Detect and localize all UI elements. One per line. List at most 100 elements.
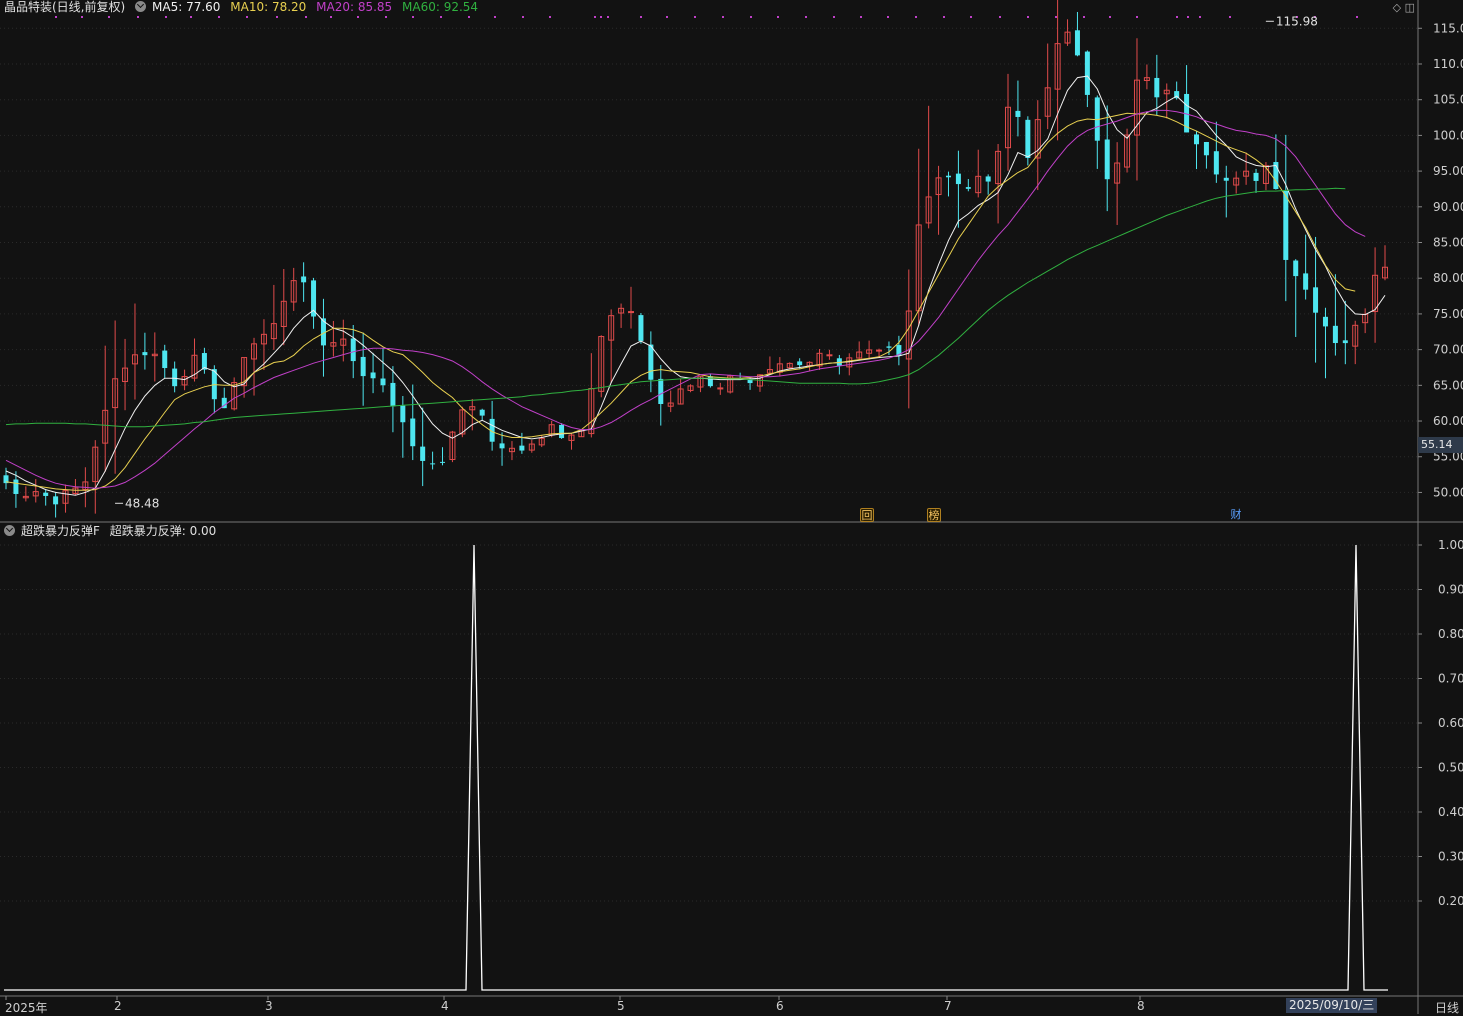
candle-down	[1322, 316, 1328, 327]
signal-dot	[777, 16, 779, 18]
signal-dot	[750, 16, 752, 18]
y-tick-label: 0.20	[1438, 894, 1463, 908]
x-label-apr: 4	[441, 999, 449, 1013]
y-tick-label: 90.00	[1433, 200, 1463, 214]
y-tick-label: 1.00	[1438, 538, 1463, 552]
candle-down	[638, 315, 644, 341]
candle-down	[559, 424, 565, 439]
signal-dot	[970, 16, 972, 18]
signal-dot	[860, 16, 862, 18]
signal-dot	[440, 16, 442, 18]
y-tick-label: 75.00	[1433, 307, 1463, 321]
candle-up	[628, 311, 635, 314]
event-marker-cai[interactable]: 财	[1229, 508, 1243, 522]
candle-down	[1025, 119, 1031, 158]
stock-title: 晶品特装(日线,前复权)	[4, 0, 126, 14]
y-tick-label: 0.80	[1438, 627, 1463, 641]
candle-down	[797, 361, 803, 366]
candle-down	[658, 378, 664, 405]
ma60-label: MA60: 92.54	[402, 0, 479, 14]
signal-dot	[1109, 16, 1111, 18]
ma10-label: MA10: 78.20	[230, 0, 307, 14]
candle-down	[53, 496, 59, 505]
diamond-icon[interactable]: ◇	[1393, 1, 1401, 14]
candle-down	[499, 443, 505, 449]
signal-dot	[833, 16, 835, 18]
event-marker-hui[interactable]: 回	[860, 508, 874, 522]
indicator-dropdown-icon[interactable]	[4, 525, 15, 536]
signal-dot	[246, 16, 248, 18]
x-label-mar: 3	[265, 999, 273, 1013]
candle-down	[985, 176, 991, 182]
y-tick-label: 50.00	[1433, 485, 1463, 499]
x-label-jul: 7	[944, 999, 952, 1013]
header-tools: ◇ ◫	[1393, 1, 1415, 14]
candle-down	[1104, 139, 1110, 180]
candle-down	[1154, 77, 1160, 98]
candle-down	[420, 446, 426, 461]
y-tick-label: 60.00	[1433, 414, 1463, 428]
chart-header: 晶品特装(日线,前复权) MA5: 77.60 MA10: 78.20 MA20…	[4, 0, 484, 14]
y-tick-label: 0.90	[1438, 583, 1463, 597]
signal-dot	[887, 16, 889, 18]
candle-down	[479, 409, 485, 416]
signal-dot	[522, 16, 524, 18]
signal-dot	[694, 16, 696, 18]
candle-down	[1332, 325, 1338, 344]
signal-dot	[1356, 16, 1358, 18]
candle-down	[955, 173, 961, 185]
signal-dot	[600, 16, 602, 18]
signal-dot	[330, 16, 332, 18]
signal-dot	[81, 16, 83, 18]
signal-dot	[1229, 16, 1231, 18]
y-tick-label: 100.00	[1433, 128, 1463, 142]
x-label-aug: 8	[1137, 999, 1145, 1013]
dropdown-icon[interactable]	[135, 1, 147, 12]
candle-down	[1213, 151, 1219, 175]
candle-down	[1303, 273, 1309, 290]
low-annotation: 48.48	[125, 496, 159, 510]
candle-down	[380, 378, 386, 386]
y-tick-label: 115.00	[1433, 21, 1463, 35]
signal-dot	[468, 16, 470, 18]
candle-down	[1313, 287, 1319, 313]
candle-down	[1283, 190, 1289, 260]
signal-dot	[1187, 16, 1189, 18]
candle-down	[400, 405, 406, 423]
candle-down	[142, 352, 148, 356]
candle-down	[410, 418, 416, 447]
signal-dot	[1176, 16, 1178, 18]
y-tick-label: 105.00	[1433, 93, 1463, 107]
y-tick-label: 0.50	[1438, 761, 1463, 775]
signal-dot	[640, 16, 642, 18]
candle-down	[172, 368, 178, 387]
candle-down	[519, 445, 525, 451]
signal-dot	[108, 16, 110, 18]
candle-down	[360, 356, 366, 377]
period-label[interactable]: 日线	[1435, 999, 1459, 1016]
signal-dot	[305, 16, 307, 18]
signal-dot	[943, 16, 945, 18]
candle-down	[1194, 134, 1200, 145]
event-marker-bang[interactable]: 榜	[927, 508, 941, 522]
signal-dot	[494, 16, 496, 18]
candle-down	[1342, 340, 1348, 344]
candle-down	[648, 344, 654, 380]
signal-dot	[666, 16, 668, 18]
signal-dot	[218, 16, 220, 18]
y-tick-label: 0.60	[1438, 716, 1463, 730]
y-tick-label: 95.00	[1433, 164, 1463, 178]
candle-down	[1084, 51, 1090, 95]
candle-down	[162, 350, 168, 369]
candle-down	[1203, 141, 1209, 156]
signal-dot	[385, 16, 387, 18]
window-icon[interactable]: ◫	[1405, 1, 1415, 14]
signal-dot	[190, 16, 192, 18]
candle-down	[440, 461, 446, 463]
candle-down	[430, 463, 436, 465]
ma20-label: MA20: 85.85	[316, 0, 393, 14]
indicator-name[interactable]: 超跌暴力反弹F	[21, 524, 100, 538]
cursor-date: 2025/09/10/三	[1286, 998, 1378, 1013]
ma5-label: MA5: 77.60	[152, 0, 221, 14]
candle-down	[43, 492, 49, 496]
